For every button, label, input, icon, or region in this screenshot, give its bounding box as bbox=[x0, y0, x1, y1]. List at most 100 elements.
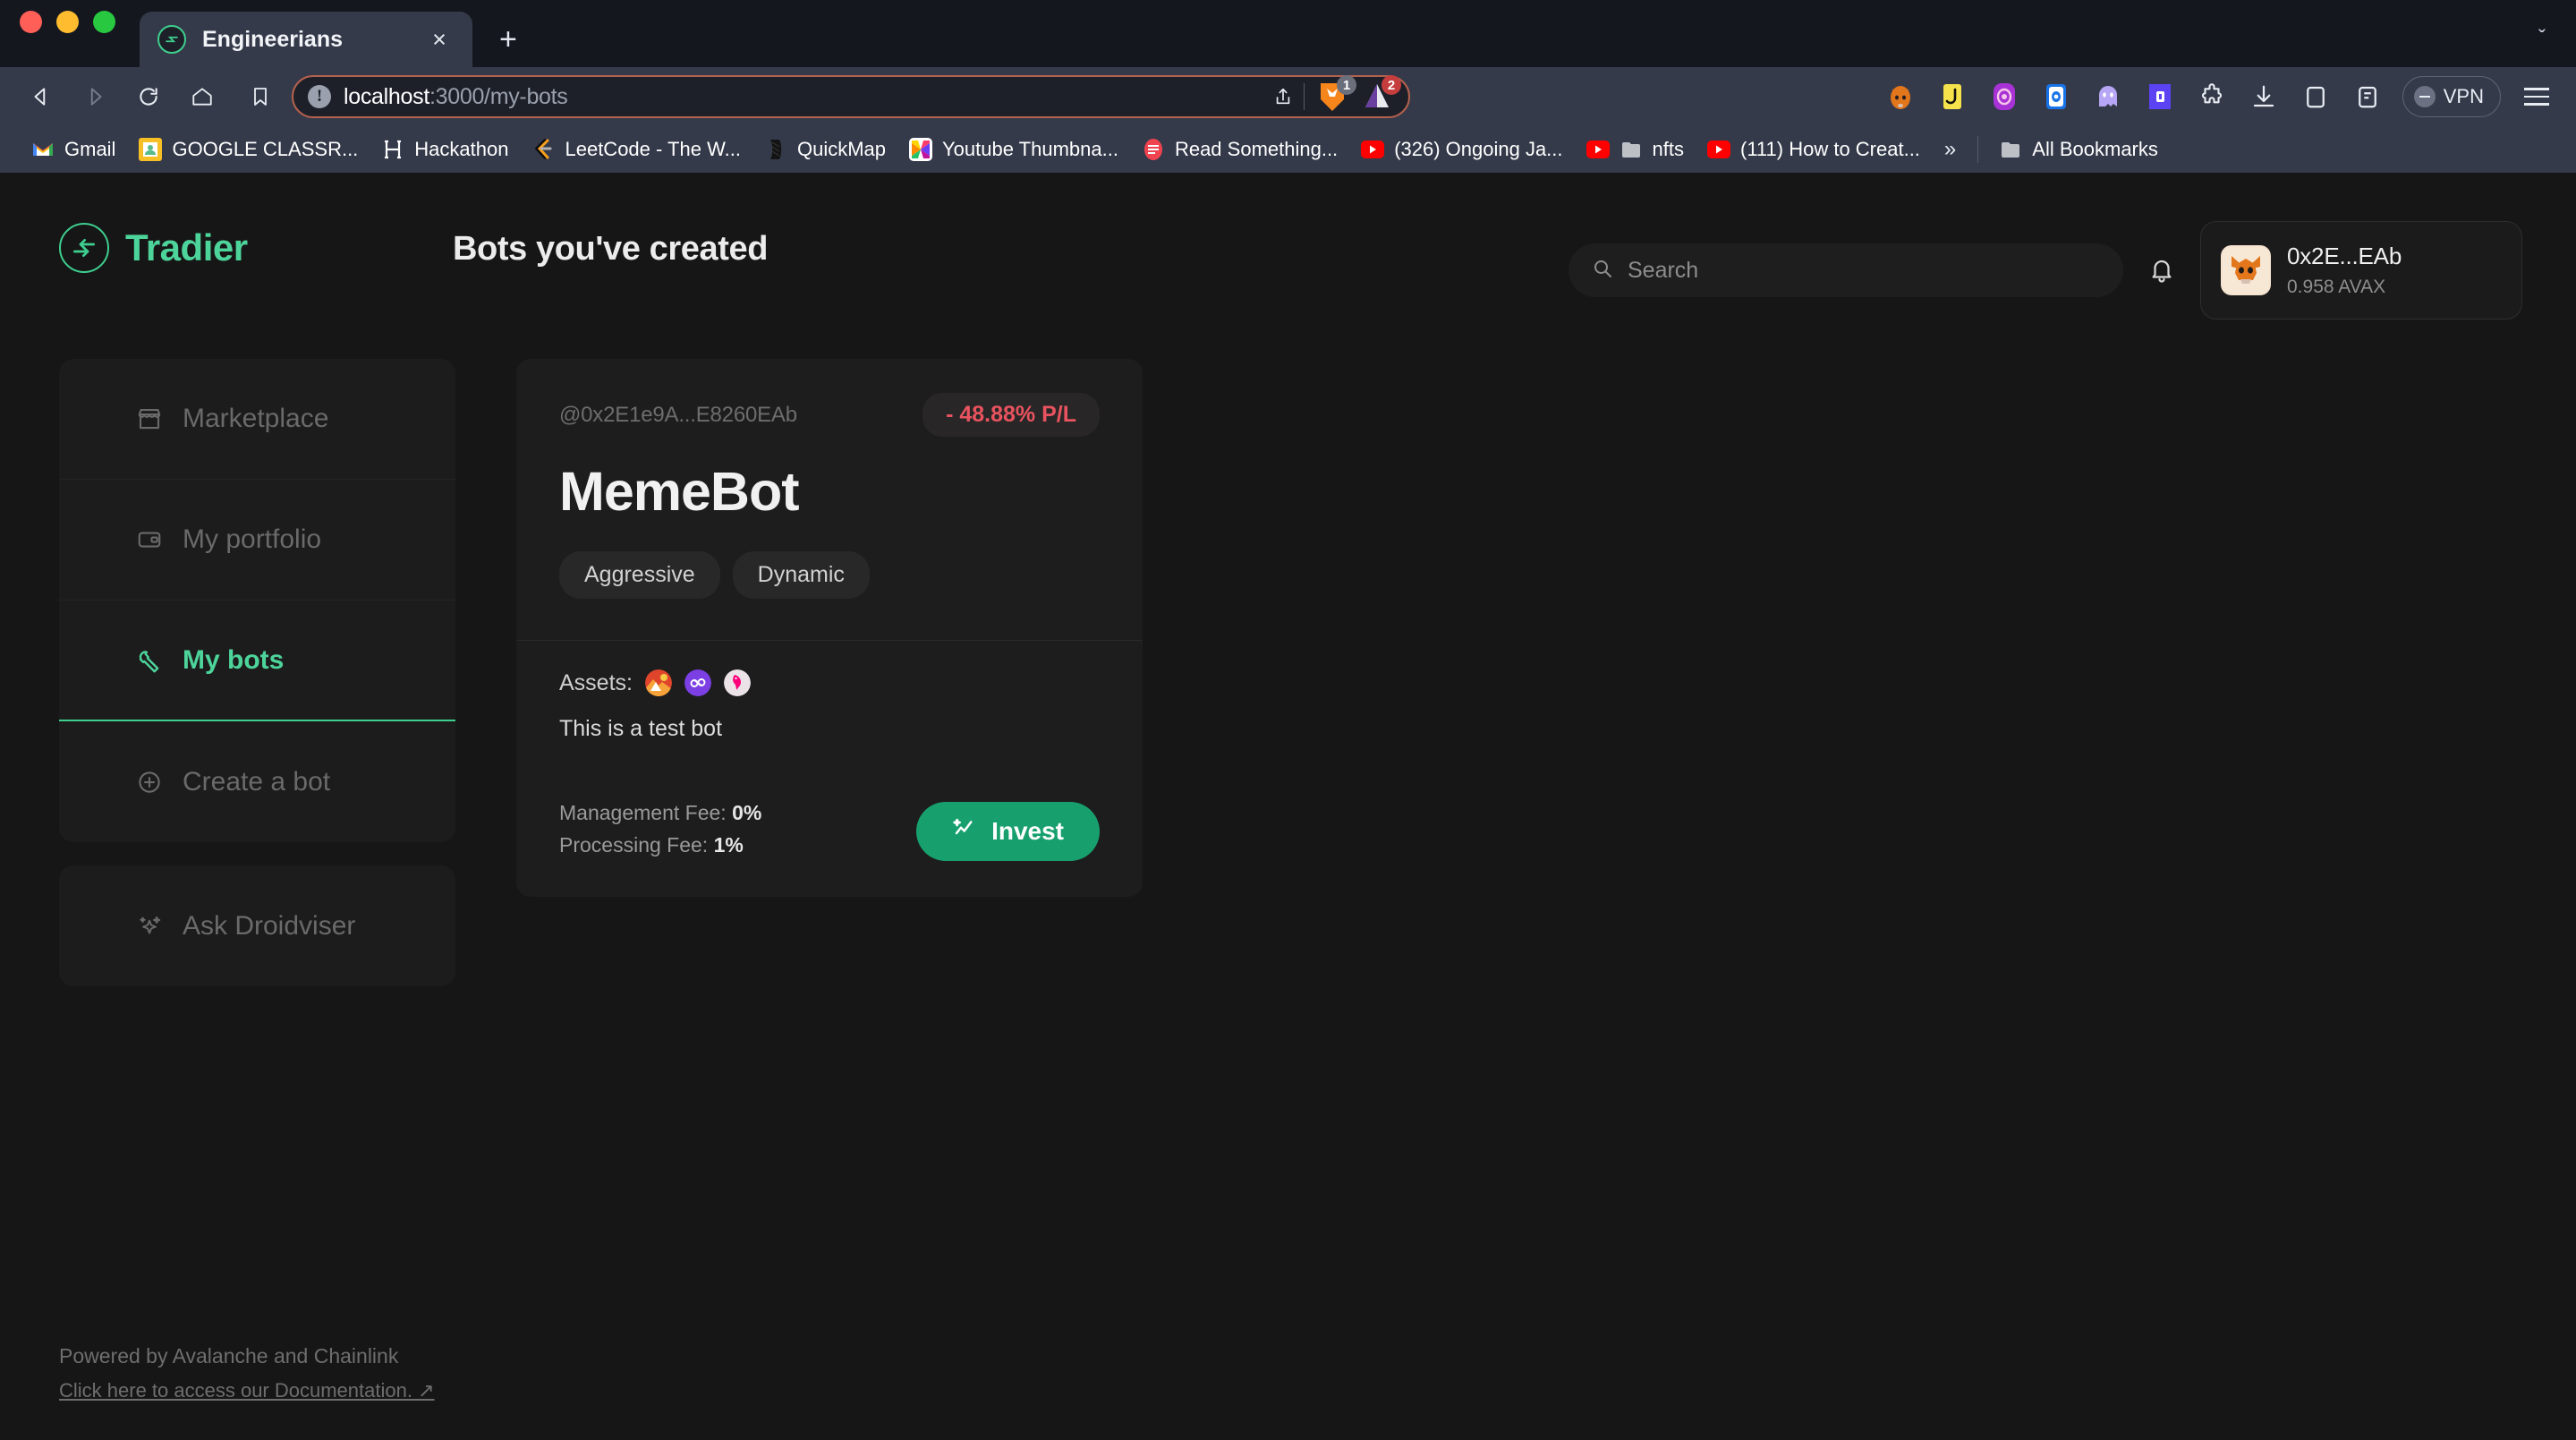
puzzle-extensions-icon[interactable] bbox=[2195, 80, 2229, 114]
sidebar-item-label: Marketplace bbox=[183, 404, 328, 434]
bookmark-label: Youtube Thumbna... bbox=[942, 138, 1118, 161]
bot-card-header: @0x2E1e9A...E8260EAb - 48.88% P/L MemeBo… bbox=[516, 359, 1143, 640]
bookmark-label: Gmail bbox=[64, 138, 115, 161]
wallet-badge: 2 bbox=[1382, 75, 1401, 95]
bookmark-label: QuickMap bbox=[797, 138, 886, 161]
brand[interactable]: Tradier bbox=[59, 214, 453, 273]
app-body: Marketplace My portfolio My bots bbox=[0, 320, 2576, 986]
lens-extension-icon[interactable] bbox=[1935, 80, 1969, 114]
bot-assets: Assets: bbox=[559, 669, 1100, 696]
metamask-fox-avatar bbox=[2221, 245, 2271, 295]
bookmark-item[interactable]: GOOGLE CLASSR... bbox=[127, 130, 370, 169]
invest-button[interactable]: Invest bbox=[916, 802, 1100, 861]
wallet-address: 0x2E...EAb bbox=[2287, 243, 2402, 270]
all-bookmarks-button[interactable]: All Bookmarks bbox=[1987, 130, 2170, 169]
documentation-link[interactable]: Click here to access our Documentation. … bbox=[59, 1379, 435, 1402]
invest-label: Invest bbox=[991, 817, 1064, 846]
management-fee-label: Management Fee: bbox=[559, 801, 727, 824]
browser-tab[interactable]: Engineerians × bbox=[140, 12, 472, 67]
share-icon[interactable] bbox=[1273, 86, 1293, 107]
close-tab-icon[interactable]: × bbox=[424, 28, 455, 52]
bookmark-item[interactable]: (326) Ongoing Ja... bbox=[1349, 130, 1574, 169]
sidebar-item-my-portfolio[interactable]: My portfolio bbox=[59, 480, 455, 601]
metamask-badge: 1 bbox=[1337, 75, 1356, 95]
wrench-icon bbox=[134, 647, 165, 674]
leetcode-icon bbox=[531, 138, 555, 161]
loom-extension-icon[interactable] bbox=[2039, 80, 2073, 114]
toolbar-divider bbox=[1304, 83, 1305, 110]
reload-icon[interactable] bbox=[129, 77, 168, 116]
home-icon[interactable] bbox=[183, 77, 222, 116]
metamask-extension-icon[interactable]: 1 bbox=[1315, 80, 1349, 114]
sidepanel-icon[interactable] bbox=[2299, 80, 2333, 114]
bookmark-item[interactable]: LeetCode - The W... bbox=[520, 130, 752, 169]
sparkles-icon bbox=[134, 913, 165, 940]
bookmarks-bar: Gmail GOOGLE CLASSR... Hackathon LeetCod… bbox=[0, 126, 2576, 173]
back-icon[interactable] bbox=[21, 77, 61, 116]
bookmark-item[interactable]: Gmail bbox=[20, 130, 127, 169]
bookmark-item[interactable]: nfts bbox=[1575, 130, 1696, 169]
page-title: Bots you've created bbox=[453, 214, 1569, 268]
bot-description: This is a test bot bbox=[559, 716, 1100, 742]
forward-icon[interactable] bbox=[75, 77, 115, 116]
bitly-extension-icon[interactable] bbox=[2143, 80, 2177, 114]
bookmarks-divider bbox=[1977, 136, 1978, 163]
bot-card[interactable]: @0x2E1e9A...E8260EAb - 48.88% P/L MemeBo… bbox=[516, 359, 1143, 897]
reading-list-icon[interactable] bbox=[2351, 80, 2385, 114]
navigation-buttons bbox=[21, 77, 222, 116]
bookmark-icon[interactable] bbox=[242, 85, 279, 108]
tradier-logo-icon bbox=[157, 25, 186, 54]
processing-fee-label: Processing Fee: bbox=[559, 833, 708, 856]
bookmark-label: GOOGLE CLASSR... bbox=[172, 138, 358, 161]
tradier-logo-icon bbox=[59, 223, 109, 273]
sidebar-item-marketplace[interactable]: Marketplace bbox=[59, 359, 455, 480]
processing-fee-value: 1% bbox=[714, 833, 744, 856]
sparkle-chart-icon bbox=[952, 815, 979, 848]
new-tab-button[interactable]: + bbox=[499, 24, 517, 55]
search-box[interactable] bbox=[1569, 243, 2123, 297]
tab-title: Engineerians bbox=[202, 27, 424, 53]
management-fee-row: Management Fee: 0% bbox=[559, 797, 761, 830]
bookmark-item[interactable]: (111) How to Creat... bbox=[1696, 130, 1932, 169]
read-something-icon bbox=[1142, 138, 1165, 161]
youtube-icon bbox=[1361, 138, 1384, 161]
bot-tag: Dynamic bbox=[733, 551, 870, 599]
vpn-button[interactable]: VPN bbox=[2402, 76, 2501, 117]
search-input[interactable] bbox=[1628, 258, 2100, 284]
url-path: :3000/my-bots bbox=[429, 84, 568, 109]
bots-grid: @0x2E1e9A...E8260EAb - 48.88% P/L MemeBo… bbox=[455, 359, 1143, 986]
instagram-extension-icon[interactable] bbox=[1987, 80, 2021, 114]
bookmark-item[interactable]: Youtube Thumbna... bbox=[897, 130, 1130, 169]
bookmark-item[interactable]: Hackathon bbox=[370, 130, 520, 169]
minimize-window-button[interactable] bbox=[56, 11, 79, 33]
bot-name: MemeBot bbox=[559, 460, 1100, 523]
youtube-icon bbox=[1586, 138, 1610, 161]
bell-icon[interactable] bbox=[2148, 257, 2175, 284]
bookmark-item[interactable]: QuickMap bbox=[752, 130, 897, 169]
bookmarks-overflow-icon[interactable]: » bbox=[1932, 137, 1968, 162]
bot-card-meta: @0x2E1e9A...E8260EAb - 48.88% P/L bbox=[559, 393, 1100, 437]
bookmark-label: (111) How to Creat... bbox=[1740, 138, 1920, 161]
notion-icon bbox=[381, 138, 404, 161]
downloads-icon[interactable] bbox=[2247, 80, 2281, 114]
wallet-extension-icon[interactable]: 2 bbox=[1360, 80, 1394, 114]
sidebar-item-label: Create a bot bbox=[183, 767, 330, 797]
chevron-down-icon[interactable]: ˇ bbox=[2538, 26, 2546, 51]
sidebar: Marketplace My portfolio My bots bbox=[59, 359, 455, 986]
sidebar-item-my-bots[interactable]: My bots bbox=[59, 601, 455, 721]
wallet-card[interactable]: 0x2E...EAb 0.958 AVAX bbox=[2200, 221, 2522, 320]
folder-icon bbox=[1620, 138, 1643, 161]
site-info-icon[interactable]: ! bbox=[308, 85, 331, 108]
close-window-button[interactable] bbox=[20, 11, 42, 33]
sidebar-item-ask-droidviser[interactable]: Ask Droidviser bbox=[59, 865, 455, 986]
bot-tag: Aggressive bbox=[559, 551, 720, 599]
address-bar[interactable]: ! localhost:3000/my-bots 1 2 bbox=[292, 75, 1410, 118]
ghost-extension-icon[interactable] bbox=[2091, 80, 2125, 114]
metamask-extension-icon[interactable] bbox=[1883, 80, 1917, 114]
sidebar-item-create-a-bot[interactable]: Create a bot bbox=[59, 721, 455, 842]
hamburger-menu-icon[interactable] bbox=[2519, 82, 2555, 111]
url-area: ! localhost:3000/my-bots 1 2 bbox=[242, 75, 1857, 118]
bookmark-item[interactable]: Read Something... bbox=[1130, 130, 1349, 169]
maximize-window-button[interactable] bbox=[93, 11, 115, 33]
asset-icon-1 bbox=[645, 669, 672, 696]
